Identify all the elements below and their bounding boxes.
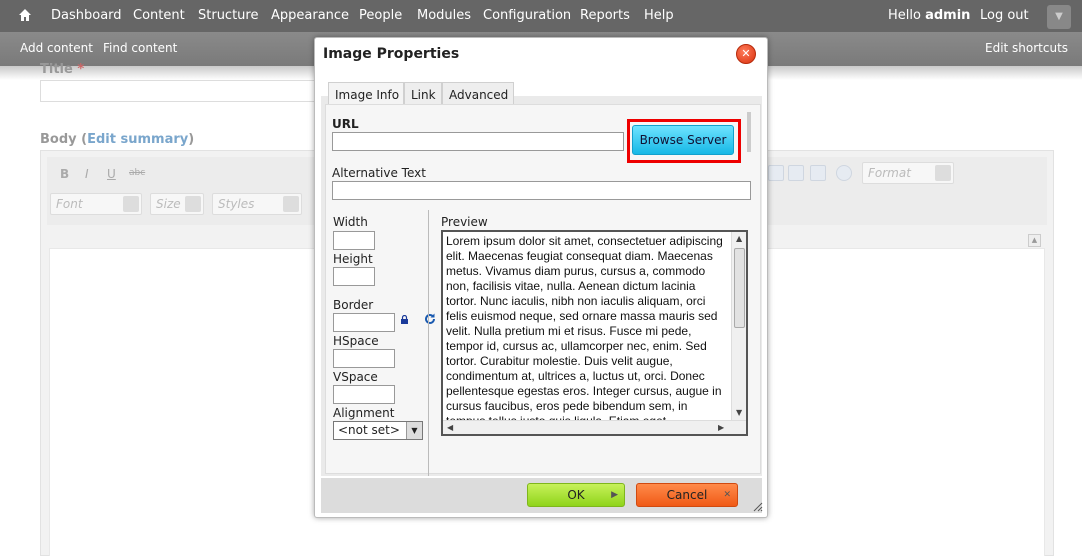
ok-button-label: OK bbox=[567, 488, 585, 502]
alignment-select-value: <not set> bbox=[338, 423, 400, 437]
preview-horizontal-scrollbar[interactable]: ◀ ▶ bbox=[443, 420, 746, 434]
vspace-label: VSpace bbox=[333, 370, 378, 384]
special-char-icon[interactable] bbox=[836, 165, 852, 181]
underline-button[interactable]: U bbox=[107, 167, 116, 181]
font-combo-label: Font bbox=[56, 197, 83, 211]
menu-appearance[interactable]: Appearance bbox=[271, 8, 349, 23]
scroll-up-icon[interactable]: ▲ bbox=[736, 234, 742, 243]
height-label: Height bbox=[333, 252, 373, 266]
chevron-down-icon bbox=[935, 165, 951, 181]
home-icon[interactable] bbox=[18, 8, 32, 22]
body-label-text: Body bbox=[40, 132, 77, 147]
menu-people[interactable]: People bbox=[359, 8, 402, 23]
hspace-label: HSpace bbox=[333, 334, 379, 348]
hello-text: Hello admin bbox=[888, 8, 970, 23]
image-properties-dialog: Image Properties ✕ Image Info Link Advan… bbox=[314, 37, 768, 518]
body-paren-close: ) bbox=[188, 132, 195, 147]
preview-vertical-scrollbar[interactable]: ▲ ▼ bbox=[731, 232, 746, 420]
edit-summary-link[interactable]: Edit summary bbox=[87, 132, 188, 147]
width-input[interactable] bbox=[333, 231, 375, 250]
scroll-left-icon[interactable]: ◀ bbox=[447, 423, 453, 432]
strikethrough-button[interactable]: abc bbox=[129, 168, 145, 178]
size-combo[interactable]: Size bbox=[150, 193, 204, 215]
alignment-select[interactable]: <not set> ▼ bbox=[333, 421, 423, 440]
hello-label: Hello bbox=[888, 8, 921, 23]
title-label: Title * bbox=[40, 62, 84, 77]
body-label: Body (Edit summary) bbox=[40, 132, 194, 147]
tab-link[interactable]: Link bbox=[404, 82, 442, 104]
paste-icon[interactable] bbox=[768, 165, 784, 181]
alignment-label: Alignment bbox=[333, 406, 395, 420]
url-input[interactable] bbox=[332, 132, 624, 151]
username[interactable]: admin bbox=[925, 8, 970, 23]
styles-combo[interactable]: Styles bbox=[212, 193, 302, 215]
preview-label: Preview bbox=[441, 215, 488, 229]
bold-button[interactable]: B bbox=[60, 167, 69, 181]
eraser-icon[interactable] bbox=[810, 165, 826, 181]
title-input[interactable] bbox=[40, 80, 330, 102]
menu-configuration[interactable]: Configuration bbox=[483, 8, 571, 23]
size-combo-label: Size bbox=[156, 197, 181, 211]
format-combo[interactable]: Format bbox=[862, 162, 954, 184]
arrow-right-icon: ▶ bbox=[611, 490, 618, 500]
chevron-down-icon bbox=[185, 196, 201, 212]
menu-help[interactable]: Help bbox=[644, 8, 674, 23]
format-combo-label: Format bbox=[868, 166, 911, 180]
hspace-input[interactable] bbox=[333, 349, 395, 368]
browse-server-button[interactable]: Browse Server bbox=[632, 125, 734, 155]
logout-link[interactable]: Log out bbox=[980, 8, 1029, 23]
menu-structure[interactable]: Structure bbox=[198, 8, 258, 23]
ok-button[interactable]: OK ▶ bbox=[527, 483, 625, 507]
chevron-down-icon: ▼ bbox=[1055, 11, 1063, 22]
scroll-right-icon[interactable]: ▶ bbox=[718, 423, 724, 432]
alt-text-input[interactable] bbox=[332, 181, 751, 200]
paste-word-icon[interactable] bbox=[788, 165, 804, 181]
panel-scrollbar[interactable] bbox=[747, 112, 751, 152]
required-mark: * bbox=[77, 62, 85, 77]
shortcuts-toggle-button[interactable]: ▼ bbox=[1047, 5, 1071, 29]
title-label-text: Title bbox=[40, 62, 73, 77]
vspace-input[interactable] bbox=[333, 385, 395, 404]
alt-text-label: Alternative Text bbox=[332, 166, 426, 180]
admin-toolbar: Dashboard Content Structure Appearance P… bbox=[0, 0, 1082, 32]
dialog-title: Image Properties bbox=[323, 46, 460, 62]
chevron-down-icon: ▼ bbox=[406, 422, 422, 439]
menu-content[interactable]: Content bbox=[133, 8, 185, 23]
scroll-thumb[interactable] bbox=[734, 248, 745, 328]
editor-collapse-button[interactable]: ▲ bbox=[1028, 234, 1041, 247]
menu-modules[interactable]: Modules bbox=[417, 8, 471, 23]
close-button[interactable]: ✕ bbox=[736, 44, 756, 64]
tab-image-info[interactable]: Image Info bbox=[328, 82, 404, 105]
menu-reports[interactable]: Reports bbox=[580, 8, 630, 23]
cancel-button[interactable]: Cancel ✕ bbox=[636, 483, 738, 507]
menu-dashboard[interactable]: Dashboard bbox=[51, 8, 122, 23]
cancel-button-label: Cancel bbox=[666, 488, 708, 502]
lock-icon[interactable] bbox=[400, 315, 409, 324]
resize-grip-icon[interactable] bbox=[751, 500, 763, 512]
font-combo[interactable]: Font bbox=[50, 193, 142, 215]
preview-box: Lorem ipsum dolor sit amet, consectetuer… bbox=[441, 230, 748, 436]
styles-combo-label: Styles bbox=[218, 197, 255, 211]
edit-shortcuts-link[interactable]: Edit shortcuts bbox=[985, 41, 1068, 55]
tab-advanced[interactable]: Advanced bbox=[442, 82, 514, 104]
preview-text: Lorem ipsum dolor sit amet, consectetuer… bbox=[446, 234, 723, 428]
italic-button[interactable]: I bbox=[85, 167, 89, 181]
shortcut-add-content[interactable]: Add content bbox=[20, 41, 93, 55]
url-label: URL bbox=[332, 117, 359, 131]
width-label: Width bbox=[333, 215, 368, 229]
shortcut-find-content[interactable]: Find content bbox=[103, 41, 177, 55]
border-label: Border bbox=[333, 298, 374, 312]
border-input[interactable] bbox=[333, 313, 395, 332]
close-icon: ✕ bbox=[723, 490, 731, 500]
height-input[interactable] bbox=[333, 267, 375, 286]
scroll-down-icon[interactable]: ▼ bbox=[736, 408, 742, 417]
chevron-down-icon bbox=[283, 196, 299, 212]
close-icon: ✕ bbox=[741, 47, 751, 60]
chevron-down-icon bbox=[123, 196, 139, 212]
